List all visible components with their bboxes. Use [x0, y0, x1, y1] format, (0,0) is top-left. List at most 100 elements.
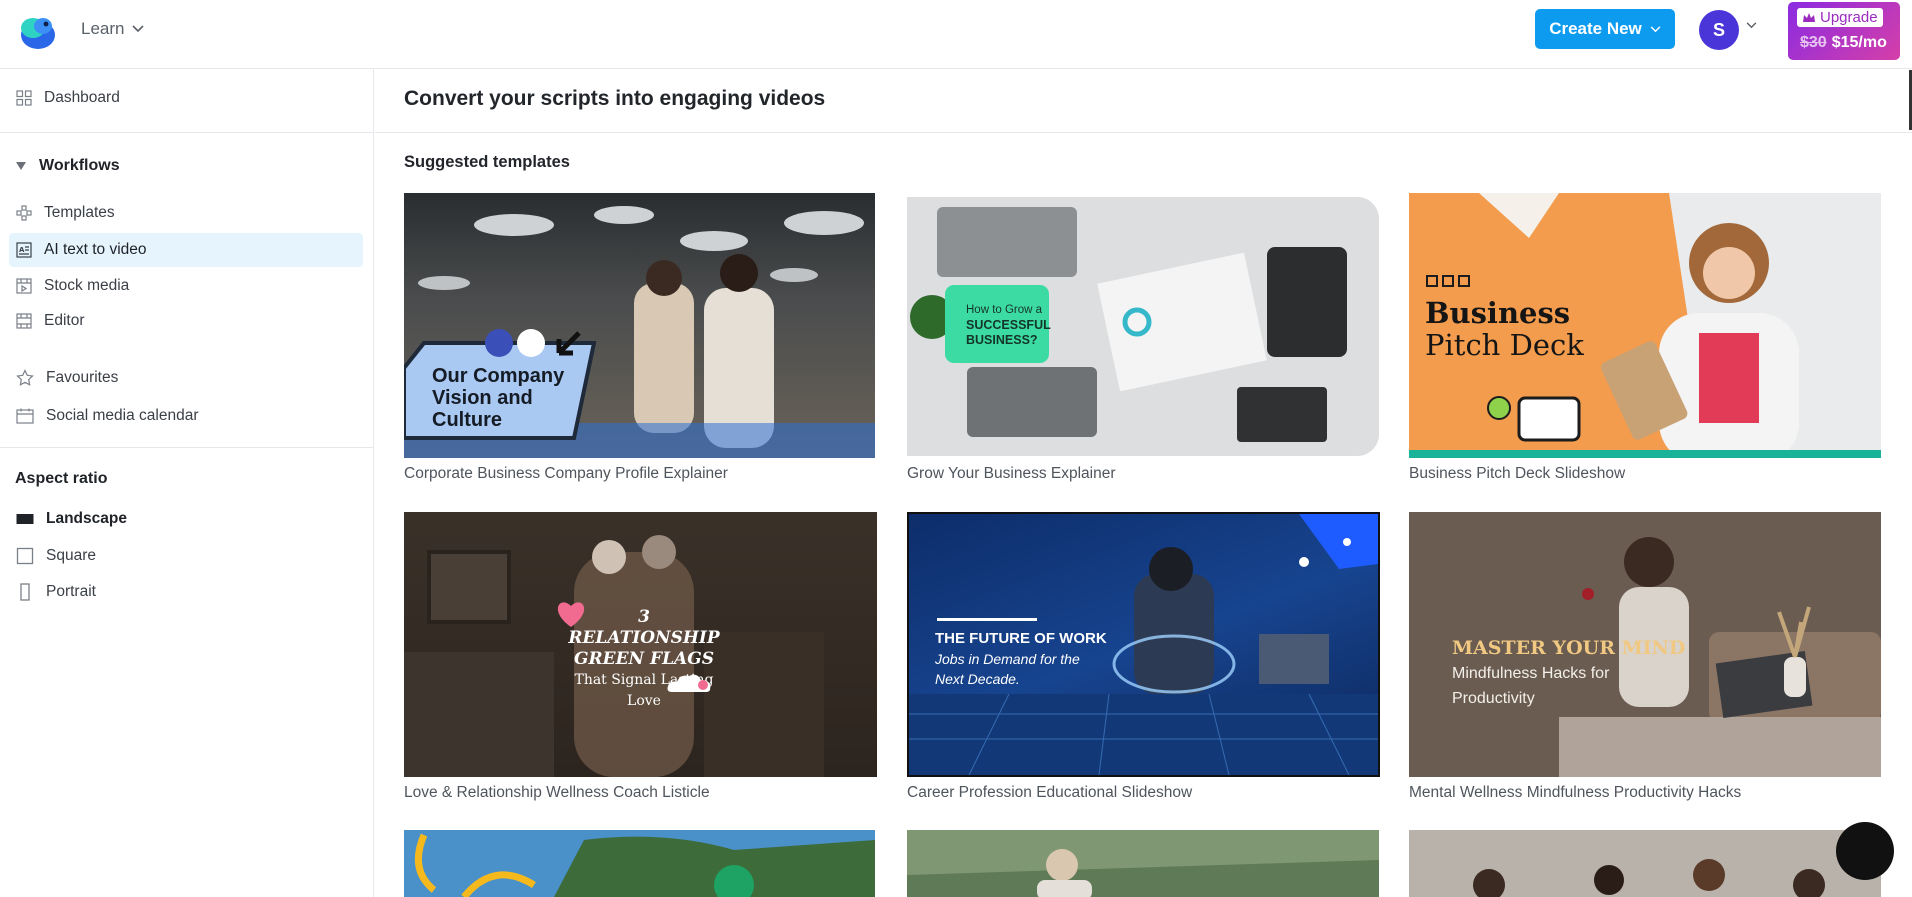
template-title: Corporate Business Company Profile Expla… — [404, 465, 728, 482]
template-title: Career Profession Educational Slideshow — [907, 784, 1193, 801]
templates-icon — [16, 205, 32, 221]
learn-menu[interactable]: Learn — [81, 19, 145, 39]
overlay-line: BUSINESS? — [966, 333, 1038, 347]
crown-icon — [1803, 13, 1815, 22]
overlay-line: Culture — [432, 409, 502, 431]
cloud-icon — [667, 674, 711, 692]
page-title: Convert your scripts into engaging video… — [404, 87, 826, 110]
portrait-icon — [20, 583, 30, 601]
sidebar-item-favourites[interactable]: Favourites — [9, 361, 363, 395]
template-thumbnail — [907, 830, 1379, 897]
template-card-row3-1[interactable] — [404, 830, 875, 897]
star-icon — [16, 369, 34, 386]
sidebar-item-label: Stock media — [44, 277, 130, 294]
top-bar: Learn Create New S Upgrade $30 $15/mo — [0, 0, 1912, 69]
overlay-line: Productivity — [1452, 690, 1535, 707]
overlay-line: Next Decade. — [935, 671, 1020, 687]
sidebar-item-templates[interactable]: Templates — [9, 196, 363, 230]
chevron-down-icon — [132, 25, 145, 33]
template-title: Love & Relationship Wellness Coach Listi… — [404, 784, 710, 801]
script-doc-icon: A — [16, 242, 32, 258]
square-icon — [16, 547, 34, 565]
thumbnail-overlay-text: MASTER YOUR MIND Mindfulness Hacks for P… — [1452, 636, 1685, 711]
overlay-line: THE FUTURE OF WORK — [935, 630, 1107, 647]
media-icon — [16, 278, 32, 294]
upgrade-button[interactable]: Upgrade $30 $15/mo — [1788, 2, 1900, 60]
overlay-line: Pitch Deck — [1425, 328, 1584, 362]
sidebar-item-dashboard[interactable]: Dashboard — [9, 81, 363, 115]
new-price: $15/mo — [1831, 34, 1887, 51]
upgrade-price: $30 $15/mo — [1800, 34, 1887, 52]
thumbnail-overlay-text: THE FUTURE OF WORK Jobs in Demand for th… — [935, 629, 1107, 689]
create-new-label: Create New — [1549, 19, 1642, 38]
template-thumbnail — [1409, 830, 1881, 897]
app-logo-icon[interactable] — [18, 13, 58, 51]
sidebar-item-label: Favourites — [46, 369, 119, 386]
aspect-ratio-label: Aspect ratio — [15, 470, 108, 487]
template-thumbnail: THE FUTURE OF WORK Jobs in Demand for th… — [907, 512, 1380, 777]
old-price: $30 — [1800, 34, 1827, 51]
create-new-button[interactable]: Create New — [1535, 9, 1675, 49]
overlay-line: Jobs in Demand for the — [935, 651, 1080, 667]
chevron-down-icon — [1650, 25, 1661, 32]
aspect-label: Square — [46, 547, 96, 564]
upgrade-label: Upgrade — [1820, 9, 1878, 26]
overlay-line: GREEN FLAGS — [573, 649, 715, 669]
help-chat-button[interactable] — [1836, 822, 1894, 880]
overlay-line: How to Grow a — [966, 304, 1043, 316]
template-thumbnail — [404, 830, 875, 897]
sidebar-item-ai-text-to-video[interactable]: A AI text to video — [9, 233, 363, 267]
template-card-row3-3[interactable] — [1409, 830, 1881, 897]
sidebar-item-label: Dashboard — [44, 89, 120, 106]
template-card-row3-2[interactable] — [907, 830, 1379, 897]
sidebar-item-editor[interactable]: Editor — [9, 304, 363, 338]
overlay-line: SUCCESSFUL — [966, 318, 1051, 332]
thumbnail-overlay-text: Our Company Vision and Culture — [432, 365, 564, 431]
workflows-header[interactable]: Workflows — [15, 157, 120, 175]
main-divider — [375, 132, 1912, 133]
sidebar-item-label: Templates — [44, 204, 115, 221]
avatar-initial: S — [1712, 19, 1725, 40]
template-thumbnail: Our Company Vision and Culture — [404, 193, 875, 458]
sidebar-divider — [0, 132, 374, 133]
overlay-line: Business — [1425, 296, 1571, 330]
user-avatar[interactable]: S — [1699, 10, 1739, 50]
landscape-icon — [16, 514, 34, 524]
overlay-line: 3 RELATIONSHIP — [568, 607, 720, 648]
aspect-landscape[interactable]: Landscape — [9, 502, 363, 536]
caret-down-icon — [16, 162, 26, 170]
sidebar-item-stock-media[interactable]: Stock media — [9, 269, 363, 303]
overlay-line: Vision and — [432, 387, 533, 409]
workflows-label: Workflows — [39, 157, 120, 174]
sidebar-item-label: Social media calendar — [46, 407, 199, 424]
template-title: Business Pitch Deck Slideshow — [1409, 465, 1626, 482]
sidebar-item-social-media-calendar[interactable]: Social media calendar — [9, 399, 363, 433]
calendar-icon — [16, 408, 34, 424]
upgrade-pill: Upgrade — [1797, 8, 1883, 27]
account-chevron-down-icon[interactable] — [1746, 22, 1757, 29]
film-strip-icon — [16, 313, 32, 329]
sidebar: Dashboard Workflows Templates A AI text … — [0, 69, 374, 897]
thumbnail-overlay-text: Business Pitch Deck — [1425, 297, 1584, 361]
aspect-ratio-title: Aspect ratio — [15, 470, 107, 488]
sidebar-item-label: Editor — [44, 312, 85, 329]
template-thumbnail: 3 RELATIONSHIP GREEN FLAGS That Signal L… — [404, 512, 877, 777]
sidebar-divider — [0, 447, 374, 448]
aspect-square[interactable]: Square — [9, 539, 363, 573]
template-thumbnail: Business Pitch Deck — [1409, 193, 1881, 458]
template-title: Mental Wellness Mindfulness Productivity… — [1409, 784, 1742, 801]
learn-label: Learn — [81, 19, 125, 38]
aspect-portrait[interactable]: Portrait — [9, 575, 363, 609]
overlay-line: Our Company — [432, 365, 565, 387]
sidebar-item-label: AI text to video — [44, 241, 147, 258]
section-title: Suggested templates — [404, 153, 570, 171]
svg-text:A: A — [19, 246, 25, 254]
template-thumbnail: How to Grow a SUCCESSFUL BUSINESS? — [907, 197, 1379, 456]
thumbnail-overlay-text: 3 RELATIONSHIP GREEN FLAGS That Signal L… — [564, 607, 724, 712]
thumbnail-overlay-text: How to Grow a SUCCESSFUL BUSINESS? — [966, 303, 1051, 348]
template-title: Grow Your Business Explainer — [907, 465, 1116, 482]
overlay-line: MASTER YOUR MIND — [1452, 637, 1686, 659]
grid-icon — [16, 90, 32, 106]
template-thumbnail: MASTER YOUR MIND Mindfulness Hacks for P… — [1409, 512, 1881, 777]
aspect-label: Landscape — [46, 510, 127, 527]
